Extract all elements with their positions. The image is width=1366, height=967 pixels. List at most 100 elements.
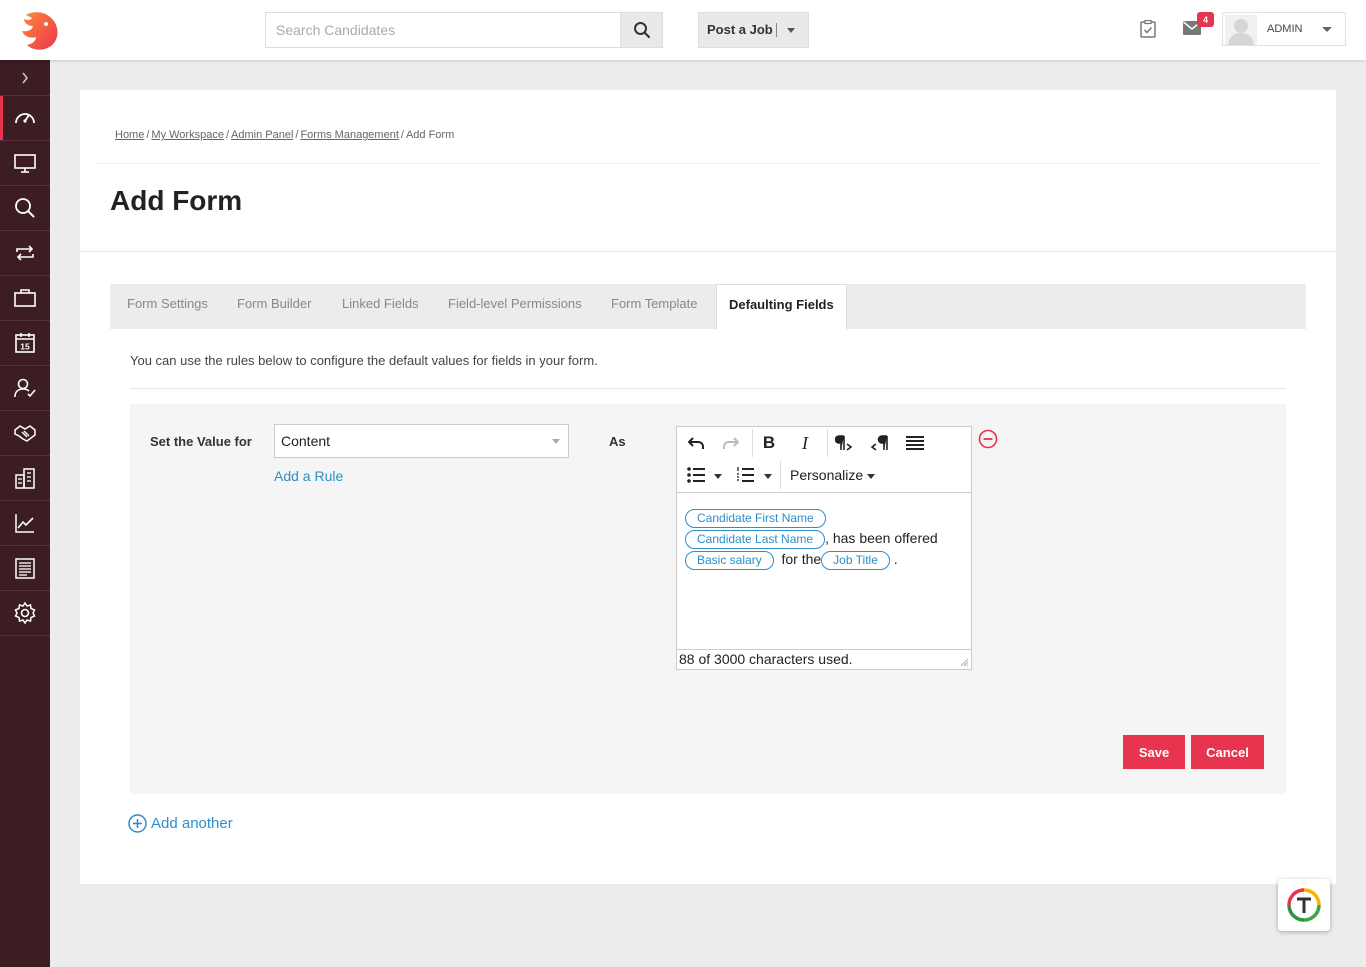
mail-badge: 4 (1197, 12, 1214, 27)
bullet-list-icon (687, 467, 705, 483)
toolbar-separator (780, 461, 781, 489)
post-job-label: Post a Job (699, 23, 777, 37)
handshake-icon (14, 425, 36, 442)
analytics-icon (15, 514, 34, 533)
add-another-link[interactable]: Add another (128, 814, 233, 833)
intro-text: You can use the rules below to configure… (130, 353, 598, 368)
rich-text-editor: B I Personalize Candidate First Name Can… (676, 426, 972, 670)
breadcrumb-forms-management[interactable]: Forms Management (300, 129, 398, 141)
editor-text: , has been offered (825, 530, 938, 546)
justify-button[interactable] (903, 431, 927, 455)
breadcrumb-separator: / (225, 129, 230, 141)
help-widget-logo-icon (1287, 888, 1321, 922)
sidebar-item-analytics[interactable] (0, 501, 50, 546)
sidebar-item-settings[interactable] (0, 591, 50, 636)
sidebar-item-monitor[interactable] (0, 141, 50, 186)
tab-form-builder[interactable]: Form Builder (237, 284, 311, 329)
toolbar-separator (827, 429, 828, 457)
tab-form-settings[interactable]: Form Settings (127, 284, 208, 329)
rule-panel: Set the Value for Content Add a Rule As … (130, 404, 1286, 794)
search-bar (265, 12, 663, 48)
italic-icon: I (802, 432, 808, 453)
italic-button[interactable]: I (793, 431, 817, 455)
merge-field-chip[interactable]: Candidate Last Name (685, 530, 826, 549)
resize-handle-icon[interactable] (960, 658, 969, 667)
sidebar-item-deals[interactable] (0, 411, 50, 456)
tab-field-level-permissions[interactable]: Field-level Permissions (448, 284, 582, 329)
tab-defaulting-fields[interactable]: Defaulting Fields (716, 284, 847, 330)
bullet-list-button[interactable] (684, 463, 708, 487)
tab-form-template[interactable]: Form Template (611, 284, 697, 329)
sidebar-item-reports[interactable] (0, 546, 50, 591)
tab-bar: Form Settings Form Builder Linked Fields… (110, 284, 1306, 330)
sidebar-item-dashboard[interactable] (0, 96, 50, 141)
redo-button[interactable] (719, 431, 743, 455)
personalize-dropdown[interactable]: Personalize (790, 467, 876, 483)
breadcrumb-home[interactable]: Home (115, 129, 144, 141)
divider (95, 163, 1321, 164)
calendar-icon: 15 (15, 333, 35, 353)
remove-rule-icon[interactable] (978, 429, 998, 449)
app-logo[interactable] (18, 11, 60, 51)
avatar (1225, 15, 1257, 45)
paragraph-ltr-icon (835, 435, 853, 451)
merge-field-chip[interactable]: Candidate First Name (685, 509, 826, 528)
search-icon (633, 22, 650, 39)
buildings-icon (15, 468, 35, 489)
post-job-button[interactable]: Post a Job (698, 12, 809, 48)
merge-field-chip[interactable]: Job Title (821, 551, 890, 570)
chevron-down-icon[interactable] (714, 474, 722, 479)
bold-icon: B (762, 433, 776, 452)
sidebar-item-calendar[interactable]: 15 (0, 321, 50, 366)
editor-content[interactable]: Candidate First Name Candidate Last Name… (685, 507, 965, 570)
chevron-down-icon (1322, 27, 1332, 32)
add-another-label: Add another (151, 815, 233, 832)
tasks-icon[interactable] (1140, 20, 1156, 38)
chevron-down-icon[interactable] (764, 474, 772, 479)
bold-button[interactable]: B (757, 431, 781, 455)
save-button[interactable]: Save (1123, 735, 1185, 769)
numbered-list-button[interactable] (733, 463, 757, 487)
add-rule-link[interactable]: Add a Rule (274, 468, 343, 484)
sidebar-item-jobs[interactable] (0, 276, 50, 321)
sidebar-item-companies[interactable] (0, 456, 50, 501)
ltr-button[interactable] (832, 431, 856, 455)
undo-icon (688, 437, 704, 449)
field-select[interactable]: Content (274, 424, 569, 458)
add-circle-icon (128, 814, 147, 833)
editor-text: . (893, 551, 898, 567)
calendar-day: 15 (20, 342, 30, 352)
dashboard-icon (15, 113, 35, 124)
chevron-down-icon[interactable] (787, 27, 795, 33)
cancel-button[interactable]: Cancel (1191, 735, 1264, 769)
tab-linked-fields[interactable]: Linked Fields (342, 284, 419, 329)
sidebar-item-search[interactable] (0, 186, 50, 231)
user-menu[interactable]: ADMIN (1222, 12, 1346, 46)
breadcrumb-separator: / (295, 129, 299, 141)
top-bar: Post a Job 4 ADMIN (0, 0, 1366, 60)
breadcrumb-my-workspace[interactable]: My Workspace (151, 129, 224, 141)
monitor-icon (14, 154, 36, 173)
breadcrumb-separator: / (400, 129, 404, 141)
help-widget[interactable] (1278, 879, 1330, 931)
editor-text: for the (781, 551, 822, 567)
search-icon (15, 198, 35, 218)
sidebar-toggle[interactable] (0, 60, 50, 96)
briefcase-icon (14, 289, 36, 307)
set-value-label: Set the Value for (150, 434, 252, 449)
paragraph-rtl-icon (870, 435, 888, 451)
chevron-right-icon (22, 72, 28, 83)
main-card: Home / My Workspace / Admin Panel / Forms Mana… (80, 90, 1336, 884)
undo-button[interactable] (684, 431, 708, 455)
personalize-label: Personalize (790, 467, 864, 483)
sidebar-item-workflow[interactable] (0, 231, 50, 276)
merge-field-chip[interactable]: Basic salary (685, 551, 774, 570)
align-justify-icon (906, 436, 924, 450)
sidebar-item-candidates[interactable] (0, 366, 50, 411)
breadcrumb-admin-panel[interactable]: Admin Panel (231, 129, 293, 141)
rtl-button[interactable] (867, 431, 891, 455)
search-input[interactable] (265, 12, 620, 48)
search-button[interactable] (620, 12, 663, 48)
reports-icon (15, 558, 35, 579)
redo-icon (723, 437, 739, 449)
